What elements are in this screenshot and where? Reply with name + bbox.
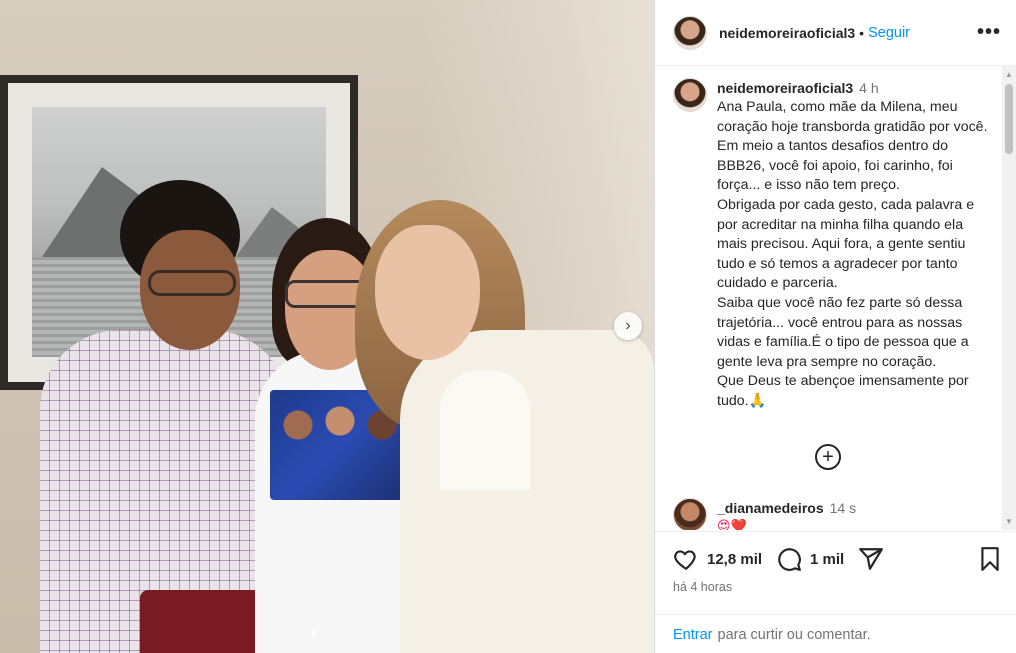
scroll-up-icon[interactable]: ▲ (1005, 70, 1013, 79)
person-right-face (375, 225, 480, 360)
header-separator: • (859, 24, 865, 41)
post-actions: 12,8 mil 1 mil há 4 horas Entrar para cu… (655, 531, 1016, 653)
login-text: para curtir ou comentar. (717, 626, 871, 643)
person-right-top (440, 370, 530, 490)
comment-item: _dianamedeiros 14 s 😍❤️ (673, 498, 856, 530)
action-row: 12,8 mil 1 mil (673, 546, 884, 572)
load-more-comments-icon[interactable]: + (815, 444, 841, 470)
caption-avatar[interactable] (673, 78, 707, 112)
login-bar: Entrar para curtir ou comentar. (655, 614, 1016, 653)
share-icon[interactable] (858, 546, 884, 572)
likes-count[interactable]: 12,8 mil (707, 551, 762, 568)
follow-button[interactable]: Seguir (868, 25, 910, 41)
post-header: neidemoreiraoficial3 • Seguir ••• (655, 0, 1016, 66)
person-left-glasses (148, 270, 236, 296)
comment-avatar[interactable] (673, 498, 707, 530)
comments-section[interactable]: neidemoreiraoficial3 4 h Ana Paula, como … (655, 66, 1003, 530)
carousel-dots (311, 630, 317, 636)
caption-time[interactable]: 4 h (859, 80, 878, 96)
post-photo[interactable]: › (0, 0, 654, 653)
caption-username[interactable]: neidemoreiraoficial3 (717, 80, 853, 96)
post-time[interactable]: há 4 horas (673, 580, 732, 594)
scrollbar-thumb[interactable] (1005, 84, 1013, 154)
comments-scrollbar[interactable]: ▲ ▼ (1002, 66, 1016, 530)
caption-text: Ana Paula, como mãe da Milena, meu coraç… (717, 99, 988, 409)
like-icon[interactable] (673, 546, 699, 572)
comment-body: _dianamedeiros 14 s 😍❤️ (717, 498, 856, 530)
caption-head: neidemoreiraoficial3 4 h (717, 78, 995, 98)
person-left-pants (140, 590, 270, 653)
comment-text: 😍❤️ (717, 518, 747, 530)
save-icon[interactable] (977, 546, 1003, 572)
comment-time[interactable]: 14 s (830, 500, 856, 516)
scroll-down-icon[interactable]: ▼ (1005, 517, 1013, 526)
author-avatar[interactable] (673, 15, 707, 50)
more-options-icon[interactable]: ••• (977, 22, 1001, 42)
post-caption: neidemoreiraoficial3 4 h Ana Paula, como … (673, 78, 995, 412)
comment-icon[interactable] (776, 546, 802, 572)
carousel-dot-active (311, 630, 317, 636)
caption-body: neidemoreiraoficial3 4 h Ana Paula, como … (717, 78, 995, 412)
person-right-jacket (400, 330, 654, 653)
author-username[interactable]: neidemoreiraoficial3 (719, 25, 855, 41)
login-link[interactable]: Entrar (673, 627, 713, 643)
post-panel: neidemoreiraoficial3 • Seguir ••• neidem… (654, 0, 1016, 653)
carousel-next-icon[interactable]: › (614, 312, 642, 340)
comments-count[interactable]: 1 mil (810, 551, 844, 568)
comment-username[interactable]: _dianamedeiros (717, 500, 824, 516)
